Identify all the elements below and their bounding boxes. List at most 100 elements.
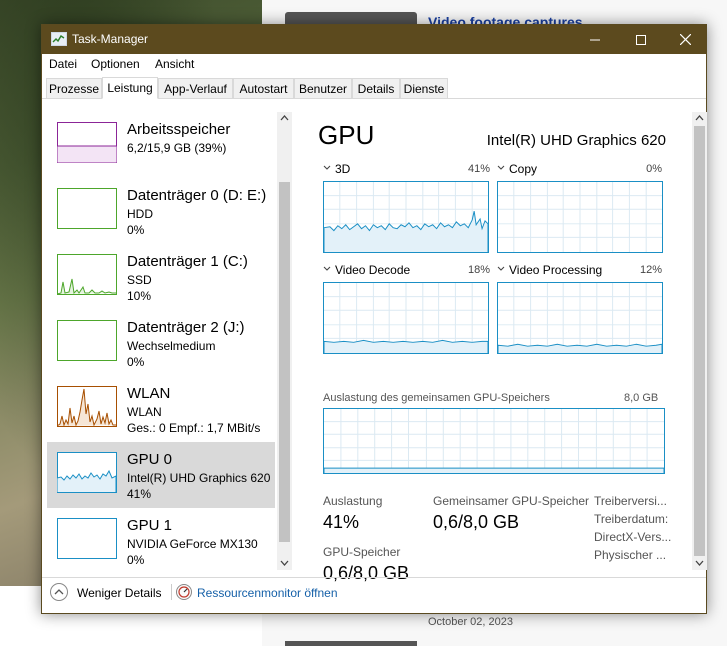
engine-3d-name: 3D — [335, 162, 351, 176]
resource-list-scroll-thumb[interactable] — [279, 182, 290, 542]
resource-name: Datenträger 2 (J:) — [127, 319, 245, 336]
shared-memory-graph — [323, 408, 665, 474]
scroll-up-icon[interactable] — [695, 114, 704, 121]
resource-usage: 41% — [127, 487, 152, 501]
utilization-label: Auslastung — [323, 494, 383, 508]
resource-name: Datenträger 1 (C:) — [127, 253, 248, 270]
engine-copy-graph — [497, 181, 663, 253]
engine-video-processing-percent: 12% — [639, 264, 662, 276]
chevron-up-circle-icon — [50, 583, 68, 601]
wlan-sparkline — [57, 386, 117, 427]
engine-video-processing-name: Video Processing — [509, 263, 603, 277]
engine-3d-label[interactable]: 3D — [323, 162, 350, 176]
resource-usage: 10% — [127, 289, 152, 303]
resource-throughput: Ges.: 0 Empf.: 1,7 MBit/s — [127, 421, 261, 435]
physical-location-label: Physischer ... — [594, 548, 667, 562]
driver-version-label: Treiberversi... — [594, 494, 667, 508]
disk-2-sparkline — [57, 320, 117, 361]
maximize-button[interactable] — [618, 25, 664, 54]
detail-scrollbar[interactable] — [692, 112, 707, 570]
minimize-button[interactable] — [572, 25, 618, 54]
resource-list-scrollbar[interactable] — [277, 112, 292, 570]
shared-memory-graph-label: Auslastung des gemeinsamen GPU-Speichers — [323, 392, 550, 404]
resource-name: GPU 0 — [127, 451, 173, 468]
utilization-value: 41% — [323, 512, 360, 532]
tab-dienste[interactable]: Dienste — [400, 78, 448, 98]
resource-wlan[interactable]: WLAN WLAN Ges.: 0 Empf.: 1,7 MBit/s — [47, 376, 275, 442]
resource-disk-1[interactable]: Datenträger 1 (C:) SSD 10% — [47, 244, 275, 310]
resource-monitor-link[interactable]: Ressourcenmonitor öffnen — [197, 586, 338, 600]
minimize-icon — [590, 39, 600, 40]
detail-scroll-thumb[interactable] — [694, 126, 705, 556]
resource-detail: 6,2/15,9 GB (39%) — [127, 141, 227, 155]
resource-name: Arbeitsspeicher — [127, 121, 231, 138]
resource-usage: 0% — [127, 223, 145, 237]
engine-3d-percent: 41% — [467, 163, 490, 175]
task-manager-window: Task-Manager Datei Optionen Ansicht Proz… — [41, 24, 707, 614]
disk-0-sparkline — [57, 188, 117, 229]
engine-video-decode-percent: 18% — [467, 264, 490, 276]
engine-video-processing-label[interactable]: Video Processing — [497, 263, 602, 277]
menu-datei[interactable]: Datei — [49, 57, 77, 71]
bottom-divider — [171, 584, 172, 600]
disk-1-sparkline — [57, 254, 117, 295]
scroll-down-icon[interactable] — [695, 560, 704, 567]
resource-list: Arbeitsspeicher 6,2/15,9 GB (39%) Datent… — [42, 100, 292, 570]
resource-model: NVIDIA GeForce MX130 — [127, 537, 258, 551]
menu-bar: Datei Optionen Ansicht — [42, 54, 706, 74]
resource-gpu-0[interactable]: GPU 0 Intel(R) UHD Graphics 620 41% — [47, 442, 275, 508]
background-thumbnail-2 — [285, 641, 417, 646]
resource-name: GPU 1 — [127, 517, 173, 534]
close-icon — [679, 34, 691, 45]
menu-optionen[interactable]: Optionen — [91, 57, 140, 71]
shared-gpu-memory-value: 0,6/8,0 GB — [433, 512, 520, 532]
shared-memory-graph-max: 8,0 GB — [624, 392, 659, 404]
engine-video-processing-graph — [497, 282, 663, 354]
gpu-detail-pane: GPU Intel(R) UHD Graphics 620 3D 41% Cop… — [304, 100, 708, 583]
engine-copy-label[interactable]: Copy — [497, 162, 537, 176]
resource-model: Intel(R) UHD Graphics 620 — [127, 471, 271, 485]
detail-model: Intel(R) UHD Graphics 620 — [486, 132, 666, 149]
resource-type: SSD — [127, 273, 152, 287]
engine-3d-graph — [323, 181, 489, 253]
memory-sparkline — [57, 122, 117, 163]
tab-details[interactable]: Details — [352, 78, 400, 98]
tab-autostart[interactable]: Autostart — [233, 78, 294, 98]
window-title: Task-Manager — [72, 32, 149, 46]
tab-bar: Prozesse Leistung App-Verlauf Autostart … — [42, 77, 706, 99]
gpu-1-sparkline — [57, 518, 117, 559]
chevron-down-icon — [497, 266, 505, 271]
resource-name: Datenträger 0 (D: E:) — [127, 187, 267, 204]
shared-gpu-memory-label: Gemeinsamer GPU-Speicher — [433, 494, 590, 508]
tab-leistung[interactable]: Leistung — [102, 77, 158, 99]
resource-disk-0[interactable]: Datenträger 0 (D: E:) HDD 0% — [47, 178, 275, 244]
chevron-down-icon — [323, 165, 331, 170]
task-manager-icon — [51, 32, 67, 46]
resource-type: WLAN — [127, 405, 162, 419]
engine-video-decode-graph — [323, 282, 489, 354]
gpu-memory-label: GPU-Speicher — [323, 545, 401, 559]
tab-benutzer[interactable]: Benutzer — [294, 78, 352, 98]
title-bar[interactable]: Task-Manager — [42, 25, 706, 54]
scroll-up-icon[interactable] — [280, 114, 289, 121]
scroll-down-icon[interactable] — [280, 560, 289, 567]
resource-usage: 0% — [127, 553, 145, 567]
resource-disk-2[interactable]: Datenträger 2 (J:) Wechselmedium 0% — [47, 310, 275, 376]
resource-memory[interactable]: Arbeitsspeicher 6,2/15,9 GB (39%) — [47, 112, 275, 178]
tab-prozesse[interactable]: Prozesse — [46, 78, 102, 98]
close-button[interactable] — [662, 25, 708, 54]
tab-app-verlauf[interactable]: App-Verlauf — [158, 78, 233, 98]
engine-copy-percent: 0% — [646, 163, 662, 175]
driver-date-label: Treiberdatum: — [594, 512, 669, 526]
resource-usage: 0% — [127, 355, 145, 369]
bottom-bar: Weniger Details Ressourcenmonitor öffnen — [42, 577, 706, 613]
engine-video-decode-label[interactable]: Video Decode — [323, 263, 410, 277]
maximize-icon — [636, 34, 646, 45]
resource-monitor-icon[interactable] — [176, 584, 192, 600]
directx-version-label: DirectX-Vers... — [594, 530, 672, 544]
gpu-0-sparkline — [57, 452, 117, 493]
menu-ansicht[interactable]: Ansicht — [155, 57, 194, 71]
resource-type: HDD — [127, 207, 153, 221]
resource-gpu-1[interactable]: GPU 1 NVIDIA GeForce MX130 0% — [47, 508, 275, 570]
background-article-date: October 02, 2023 — [428, 616, 514, 628]
